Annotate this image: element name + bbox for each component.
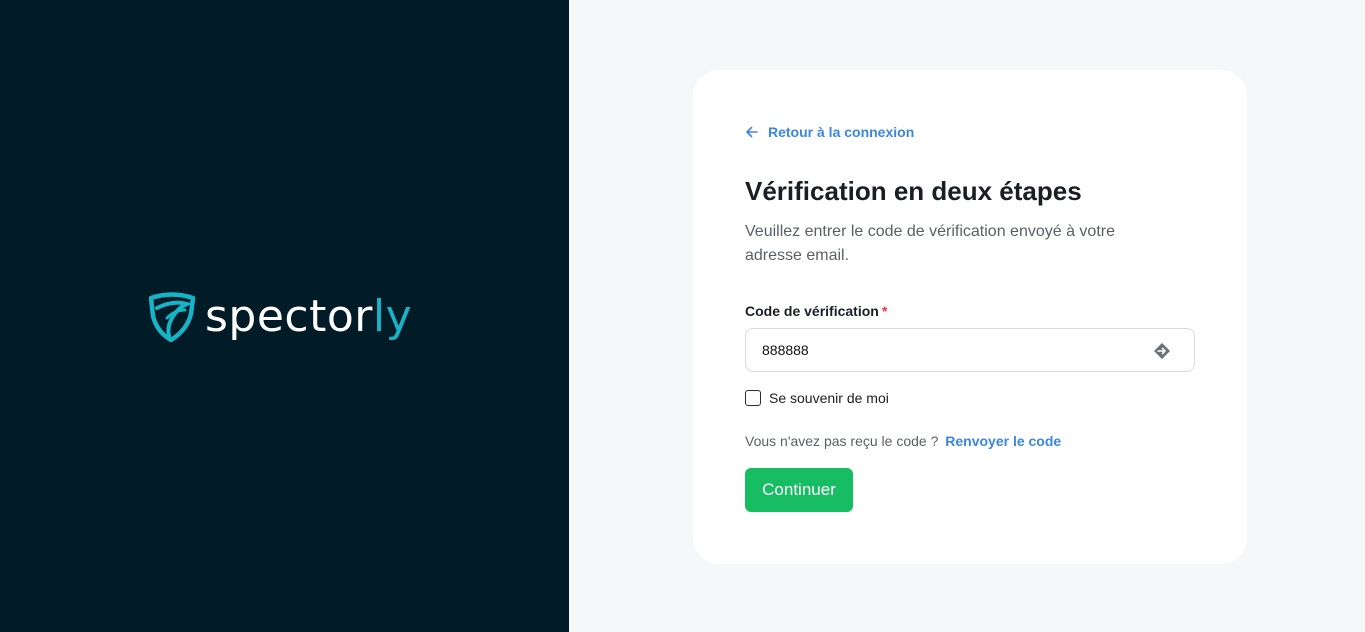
back-to-login-link[interactable]: Retour à la connexion — [745, 124, 914, 140]
arrow-left-icon — [746, 126, 758, 138]
continue-button[interactable]: Continuer — [745, 468, 853, 512]
code-field — [745, 328, 1195, 372]
logo: spectorly — [147, 289, 412, 345]
remember-me[interactable]: Se souvenir de moi — [745, 390, 889, 406]
required-marker: * — [881, 303, 888, 319]
autofill-icon[interactable] — [1152, 341, 1172, 361]
logo-wordmark-main: spector — [205, 291, 373, 342]
logo-wordmark: spectorly — [205, 289, 412, 345]
verification-card: Retour à la connexion Vérification en de… — [693, 70, 1247, 564]
verification-code-input[interactable] — [746, 329, 1146, 371]
resend-code-link[interactable]: Renvoyer le code — [945, 433, 1061, 449]
logo-wordmark-accent: ly — [372, 291, 413, 342]
code-field-label: Code de vérification * — [745, 303, 887, 319]
remember-me-checkbox[interactable] — [745, 390, 761, 406]
brand-panel: spectorly — [0, 0, 569, 632]
shield-logo-icon — [148, 292, 196, 342]
back-link-label: Retour à la connexion — [768, 124, 915, 140]
code-label-text: Code de vérification — [745, 303, 879, 319]
page-subtitle: Veuillez entrer le code de vérification … — [745, 223, 1115, 264]
resend-prompt: Vous n'avez pas reçu le code ? — [745, 433, 939, 449]
page-title: Vérification en deux étapes — [745, 176, 1082, 206]
resend-row: Vous n'avez pas reçu le code ? Renvoyer … — [745, 433, 1061, 449]
remember-me-label[interactable]: Se souvenir de moi — [769, 390, 889, 406]
form-panel: Retour à la connexion Vérification en de… — [569, 0, 1365, 632]
